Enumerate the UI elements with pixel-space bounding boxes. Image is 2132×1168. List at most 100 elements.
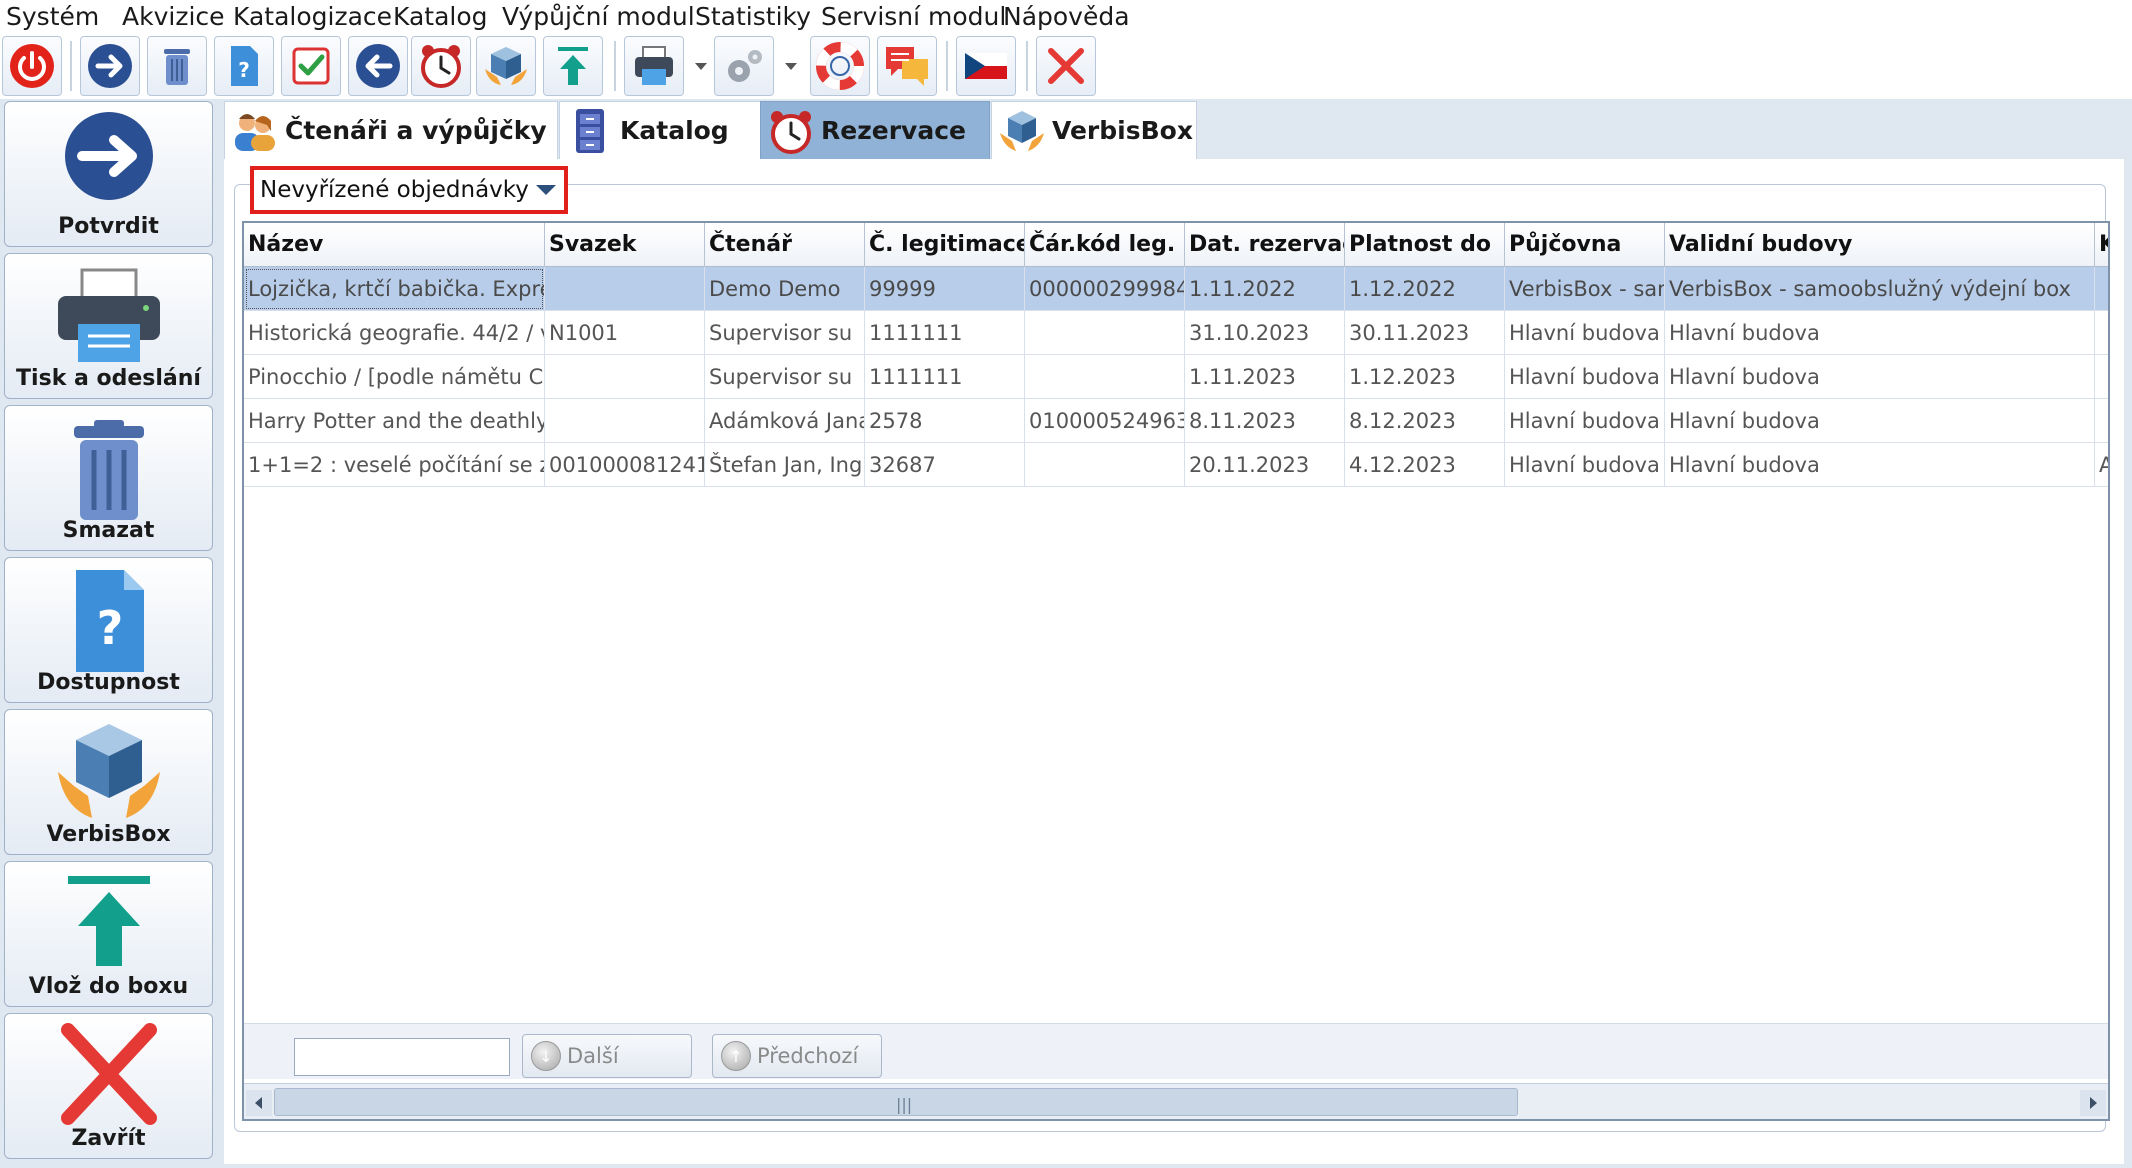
settings-dropdown-arrow[interactable]: [780, 36, 802, 96]
insert-box-label: Vlož do boxu: [28, 974, 189, 999]
cell-platnost: 1.12.2022: [1345, 267, 1505, 311]
back-toolbar-button[interactable]: [348, 36, 408, 96]
order-filter-dropdown[interactable]: Nevyřízené objednávky: [250, 166, 568, 214]
verbisbox-button[interactable]: VerbisBox: [4, 709, 213, 855]
cell-validni-budovy: Hlavní budova: [1665, 399, 2095, 443]
table-footer: ↓ Další ↑ Předchozí: [244, 1023, 2108, 1079]
help-document-icon: ?: [231, 46, 258, 86]
cell-pujcovna: Hlavní budova: [1505, 355, 1665, 399]
column-header-k[interactable]: K: [2095, 223, 2108, 267]
cell-nazev: Harry Potter and the deathly h: [244, 399, 545, 443]
messages-toolbar-button[interactable]: [877, 36, 937, 96]
column-header-datum-rezervace[interactable]: Dat. rezervac: [1185, 223, 1345, 267]
verbisbox-label: VerbisBox: [46, 822, 171, 847]
menu-statistiky[interactable]: Statistiky: [695, 2, 811, 32]
search-input[interactable]: [294, 1038, 510, 1076]
availability-button[interactable]: ? Dostupnost: [4, 557, 213, 703]
reservation-toolbar-button[interactable]: [411, 36, 471, 96]
verbisbox-toolbar-button[interactable]: [476, 36, 536, 96]
table-row[interactable]: Pinocchio / [podle námětu Carl Superviso…: [244, 355, 2108, 399]
confirm-button[interactable]: Potvrdit: [4, 101, 213, 247]
tab-verbisbox[interactable]: VerbisBox: [991, 101, 1197, 159]
column-header-ctenar[interactable]: Čtenář: [705, 223, 865, 267]
print-send-button[interactable]: Tisk a odeslání: [4, 253, 213, 399]
close-label: Zavřít: [71, 1126, 146, 1151]
table-header: Název Svazek Čtenář Č. legitimace Čár.kó…: [244, 223, 2108, 267]
scroll-right-icon[interactable]: [2080, 1090, 2106, 1116]
delete-button[interactable]: Smazat: [4, 405, 213, 551]
close-toolbar-button[interactable]: [1036, 36, 1096, 96]
column-header-pujcovna[interactable]: Půjčovna: [1505, 223, 1665, 267]
cell-carkod: 010000524963: [1025, 399, 1185, 443]
column-header-platnost[interactable]: Platnost do: [1345, 223, 1505, 267]
column-header-carkod[interactable]: Čár.kód leg.: [1025, 223, 1185, 267]
cell-legitimace: 1111111: [865, 311, 1025, 355]
table-row[interactable]: Harry Potter and the deathly h Adámková …: [244, 399, 2108, 443]
menu-servisni-modul[interactable]: Servisní modul: [821, 2, 1006, 32]
previous-button[interactable]: ↑ Předchozí: [712, 1034, 882, 1078]
cell-carkod: [1025, 443, 1185, 487]
arrow-down-icon: ↓: [531, 1041, 561, 1071]
cell-ctenar: Supervisor su: [705, 355, 865, 399]
menu-vypujcni-modul[interactable]: Výpůjční modul: [502, 2, 695, 32]
language-toolbar-button[interactable]: [956, 36, 1016, 96]
cell-legitimace: 2578: [865, 399, 1025, 443]
column-header-legitimace[interactable]: Č. legitimace: [865, 223, 1025, 267]
horizontal-scrollbar[interactable]: |||: [244, 1083, 2108, 1119]
availability-label: Dostupnost: [37, 670, 180, 695]
insert-box-toolbar-button[interactable]: [543, 36, 603, 96]
check-toolbar-button[interactable]: [281, 36, 341, 96]
close-button[interactable]: Zavřít: [4, 1013, 213, 1159]
cell-datum-rezervace: 20.11.2023: [1185, 443, 1345, 487]
tab-rezervace[interactable]: Rezervace: [760, 101, 990, 159]
tab-katalog[interactable]: Katalog: [559, 101, 783, 159]
menu-akvizice[interactable]: Akvizice: [122, 2, 225, 32]
help-toolbar-button[interactable]: [810, 36, 870, 96]
cell-datum-rezervace: 1.11.2023: [1185, 355, 1345, 399]
table-row[interactable]: Historická geografie. 44/2 / ve N1001 Su…: [244, 311, 2108, 355]
menu-katalogizace[interactable]: Katalogizace: [233, 2, 392, 32]
print-dropdown-arrow[interactable]: [690, 36, 712, 96]
cell-platnost: 30.11.2023: [1345, 311, 1505, 355]
column-header-validni-budovy[interactable]: Validní budovy: [1665, 223, 2095, 267]
menu-katalog[interactable]: Katalog: [393, 2, 488, 32]
previous-label: Předchozí: [757, 1044, 859, 1068]
settings-toolbar-button[interactable]: [714, 36, 774, 96]
help-document-icon: ?: [54, 566, 164, 676]
readers-icon: [235, 113, 275, 151]
cell-carkod: 000000299984: [1025, 267, 1185, 311]
cell-datum-rezervace: 31.10.2023: [1185, 311, 1345, 355]
menu-napoveda[interactable]: Nápověda: [1003, 2, 1130, 32]
insert-box-button[interactable]: Vlož do boxu: [4, 861, 213, 1007]
cell-ctenar: Štefan Jan, Ing: [705, 443, 865, 487]
table-row[interactable]: Lojzička, krtčí babička. Expresi Demo De…: [244, 267, 2108, 311]
table-row[interactable]: 1+1=2 : veselé počítání se zvi 001000081…: [244, 443, 2108, 487]
power-button[interactable]: [2, 36, 62, 96]
cell-validni-budovy: Hlavní budova: [1665, 311, 2095, 355]
column-header-nazev[interactable]: Název: [244, 223, 545, 267]
menu-system[interactable]: Systém: [6, 2, 99, 32]
reservations-table: Název Svazek Čtenář Č. legitimace Čár.kó…: [242, 221, 2110, 1121]
cell-pujcovna: VerbisBox - sam: [1505, 267, 1665, 311]
tab-ctenari[interactable]: Čtenáři a výpůjčky: [224, 101, 558, 159]
delete-label: Smazat: [62, 518, 155, 543]
column-header-svazek[interactable]: Svazek: [545, 223, 705, 267]
cell-datum-rezervace: 8.11.2023: [1185, 399, 1345, 443]
confirm-toolbar-button[interactable]: [80, 36, 140, 96]
next-button[interactable]: ↓ Další: [522, 1034, 692, 1078]
alarm-clock-icon: [421, 45, 461, 88]
box-hands-icon: [54, 718, 164, 828]
print-toolbar-button[interactable]: [624, 36, 684, 96]
arrow-up-icon: ↑: [721, 1041, 751, 1071]
scroll-left-icon[interactable]: [246, 1090, 272, 1116]
cell-svazek: 001000081241: [545, 443, 705, 487]
availability-toolbar-button[interactable]: ?: [214, 36, 274, 96]
cell-svazek: N1001: [545, 311, 705, 355]
power-icon: [10, 44, 54, 88]
cell-validni-budovy: Hlavní budova: [1665, 443, 2095, 487]
scrollbar-thumb[interactable]: |||: [274, 1088, 1518, 1116]
trash-icon: [164, 49, 190, 85]
delete-toolbar-button[interactable]: [147, 36, 207, 96]
cell-platnost: 4.12.2023: [1345, 443, 1505, 487]
left-panel: Potvrdit Tisk a odeslání Smazat ? Dostup…: [0, 99, 216, 1168]
